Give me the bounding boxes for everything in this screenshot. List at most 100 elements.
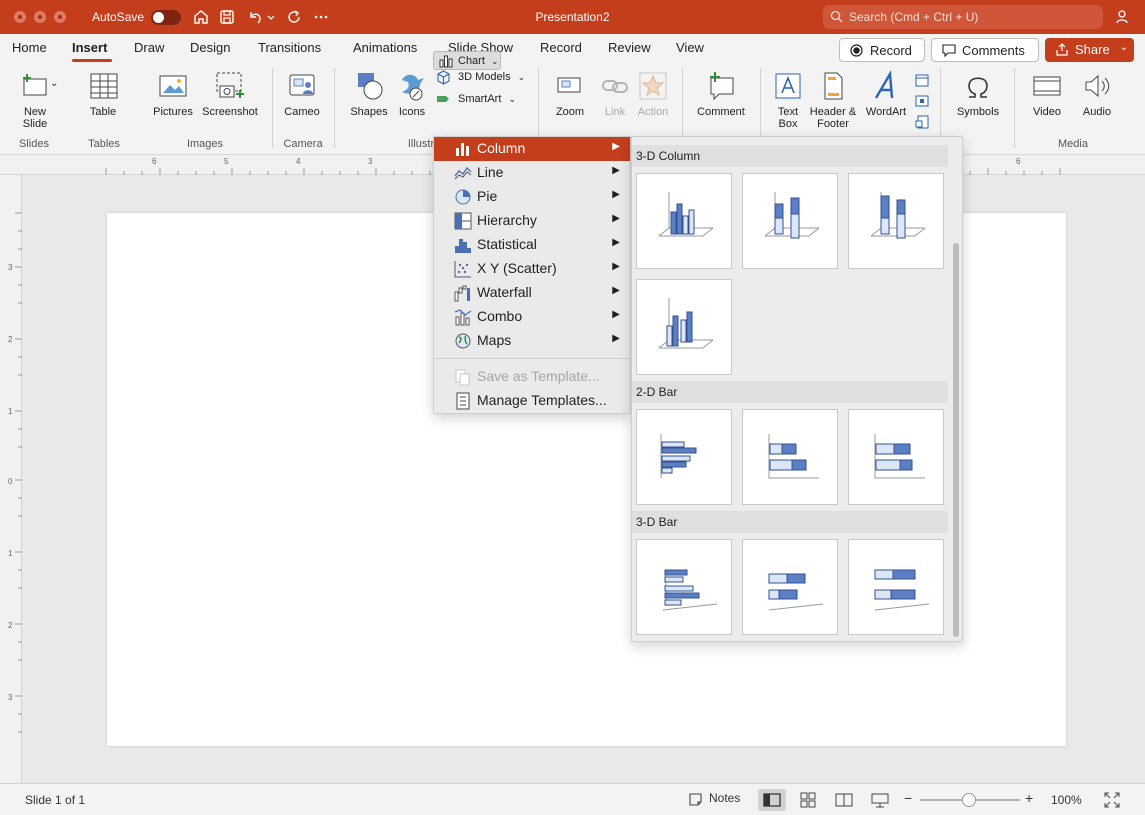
chart-thumb-3d-column[interactable] xyxy=(636,279,732,375)
save-icon[interactable] xyxy=(218,8,236,26)
comments-button[interactable]: Comments xyxy=(931,38,1039,62)
comment-button[interactable]: Comment xyxy=(692,70,750,118)
menu-item-manage-templates[interactable]: Manage Templates... xyxy=(434,389,630,413)
menu-item-line[interactable]: Line ▶ xyxy=(434,161,630,185)
zoom-out-icon[interactable]: − xyxy=(904,790,912,806)
zoom-in-icon[interactable]: + xyxy=(1025,790,1033,806)
home-icon[interactable] xyxy=(192,8,210,26)
chart-thumb-3d-clustered-column[interactable] xyxy=(636,173,732,269)
share-button[interactable]: Share ⌄ xyxy=(1045,38,1134,62)
icons-button[interactable]: Icons xyxy=(395,70,429,118)
close-window-button[interactable] xyxy=(14,11,26,23)
chart-type-menu: Column ▶ Line ▶ Pie ▶ Hierarchy ▶ Statis… xyxy=(433,136,631,414)
minimize-window-button[interactable] xyxy=(34,11,46,23)
menu-item-maps[interactable]: Maps ▶ xyxy=(434,329,630,353)
screenshot-button[interactable]: Screenshot xyxy=(200,70,260,118)
chart-button[interactable]: Chart ⌄ xyxy=(433,51,501,70)
undo-icon[interactable] xyxy=(246,8,264,26)
zoom-level[interactable]: 100% xyxy=(1051,793,1082,807)
text-box-button[interactable]: Text Box xyxy=(768,70,808,130)
chart-thumb-stacked-bar[interactable] xyxy=(742,409,838,505)
redo-icon[interactable] xyxy=(285,8,303,26)
ruler-label: 1 xyxy=(8,407,13,416)
menu-item-combo[interactable]: Combo ▶ xyxy=(434,305,630,329)
cameo-button[interactable]: Cameo xyxy=(282,70,322,118)
undo-dropdown-icon[interactable] xyxy=(266,8,276,26)
comment-label: Comment xyxy=(697,106,745,118)
symbols-button[interactable]: Symbols xyxy=(950,70,1006,118)
ruler-label: 1 xyxy=(8,549,13,558)
submenu-arrow-icon: ▶ xyxy=(612,141,620,152)
header-footer-button[interactable]: Header & Footer xyxy=(808,70,858,130)
date-time-button[interactable] xyxy=(914,72,930,88)
menu-item-column[interactable]: Column ▶ xyxy=(434,137,630,161)
zoom-window-button[interactable] xyxy=(54,11,66,23)
calendar-icon xyxy=(914,72,930,88)
reading-view-icon[interactable] xyxy=(835,792,853,808)
ruler-label: 0 xyxy=(8,477,13,486)
record-button[interactable]: Record xyxy=(839,38,925,62)
tab-review[interactable]: Review xyxy=(608,40,651,55)
chart-thumb-3d-clustered-bar[interactable] xyxy=(636,539,732,635)
comments-label: Comments xyxy=(962,43,1025,58)
zoom-slider-thumb[interactable] xyxy=(962,793,976,807)
tab-home[interactable]: Home xyxy=(12,40,47,55)
object-button[interactable] xyxy=(914,114,930,130)
text-box-label: Text Box xyxy=(777,106,799,130)
menu-item-hierarchy[interactable]: Hierarchy ▶ xyxy=(434,209,630,233)
tab-draw[interactable]: Draw xyxy=(134,40,164,55)
wordart-button[interactable]: WordArt xyxy=(862,70,910,118)
autosave-toggle[interactable] xyxy=(151,10,181,25)
menu-item-label: X Y (Scatter) xyxy=(477,260,557,276)
shapes-button[interactable]: Shapes xyxy=(344,70,394,118)
chevron-down-icon[interactable]: ⌄ xyxy=(50,78,58,89)
video-button[interactable]: Video xyxy=(1024,70,1070,118)
table-button[interactable]: Table xyxy=(78,70,128,118)
ruler-label: 6 xyxy=(1016,157,1021,166)
menu-item-waterfall[interactable]: Waterfall ▶ xyxy=(434,281,630,305)
notes-button[interactable]: Notes xyxy=(688,791,740,809)
slide-sorter-icon[interactable] xyxy=(800,792,816,808)
tab-view[interactable]: View xyxy=(676,40,704,55)
menu-item-scatter[interactable]: X Y (Scatter) ▶ xyxy=(434,257,630,281)
3d-models-button[interactable]: 3D Models ⌄ xyxy=(436,70,525,85)
menu-item-save-as-template[interactable]: Save as Template... xyxy=(434,365,630,389)
smartart-button[interactable]: SmartArt ⌄ xyxy=(436,93,516,105)
audio-button[interactable]: Audio xyxy=(1076,70,1118,118)
action-button[interactable]: Action xyxy=(636,70,670,118)
tab-animations[interactable]: Animations xyxy=(353,40,417,55)
zoom-button[interactable]: Zoom xyxy=(548,70,592,118)
more-icon[interactable] xyxy=(312,8,330,26)
group-label-tables: Tables xyxy=(88,138,120,150)
submenu-arrow-icon: ▶ xyxy=(612,213,620,224)
gallery-scrollbar[interactable] xyxy=(953,243,959,637)
presenter-view-icon[interactable] xyxy=(871,792,889,808)
chart-thumb-3d-100-stacked-bar[interactable] xyxy=(848,539,944,635)
search-input[interactable]: Search (Cmd + Ctrl + U) xyxy=(823,5,1103,29)
action-label: Action xyxy=(637,106,669,118)
screenshot-icon xyxy=(214,70,246,102)
menu-item-statistical[interactable]: Statistical ▶ xyxy=(434,233,630,257)
line-chart-icon xyxy=(454,164,472,182)
ruler-label: 5 xyxy=(224,157,229,166)
normal-view-button[interactable] xyxy=(758,789,786,811)
pictures-button[interactable]: Pictures xyxy=(148,70,198,118)
chart-thumb-100-stacked-bar[interactable] xyxy=(848,409,944,505)
menu-item-label: Statistical xyxy=(477,236,537,252)
autosave-label: AutoSave xyxy=(92,10,145,24)
fit-to-window-icon[interactable] xyxy=(1104,792,1120,808)
tab-design[interactable]: Design xyxy=(190,40,230,55)
ruler-label: 4 xyxy=(296,157,301,166)
slide-number-button[interactable] xyxy=(914,93,930,109)
link-button[interactable]: Link xyxy=(598,70,632,118)
chart-thumb-3d-100-stacked-column[interactable] xyxy=(848,173,944,269)
tab-transitions[interactable]: Transitions xyxy=(258,40,321,55)
tab-insert[interactable]: Insert xyxy=(72,40,107,55)
chart-thumb-3d-stacked-bar[interactable] xyxy=(742,539,838,635)
chart-thumb-clustered-bar[interactable] xyxy=(636,409,732,505)
menu-separator xyxy=(434,358,630,359)
menu-item-pie[interactable]: Pie ▶ xyxy=(434,185,630,209)
share-people-icon[interactable] xyxy=(1114,8,1132,26)
chart-thumb-3d-stacked-column[interactable] xyxy=(742,173,838,269)
tab-record[interactable]: Record xyxy=(540,40,582,55)
